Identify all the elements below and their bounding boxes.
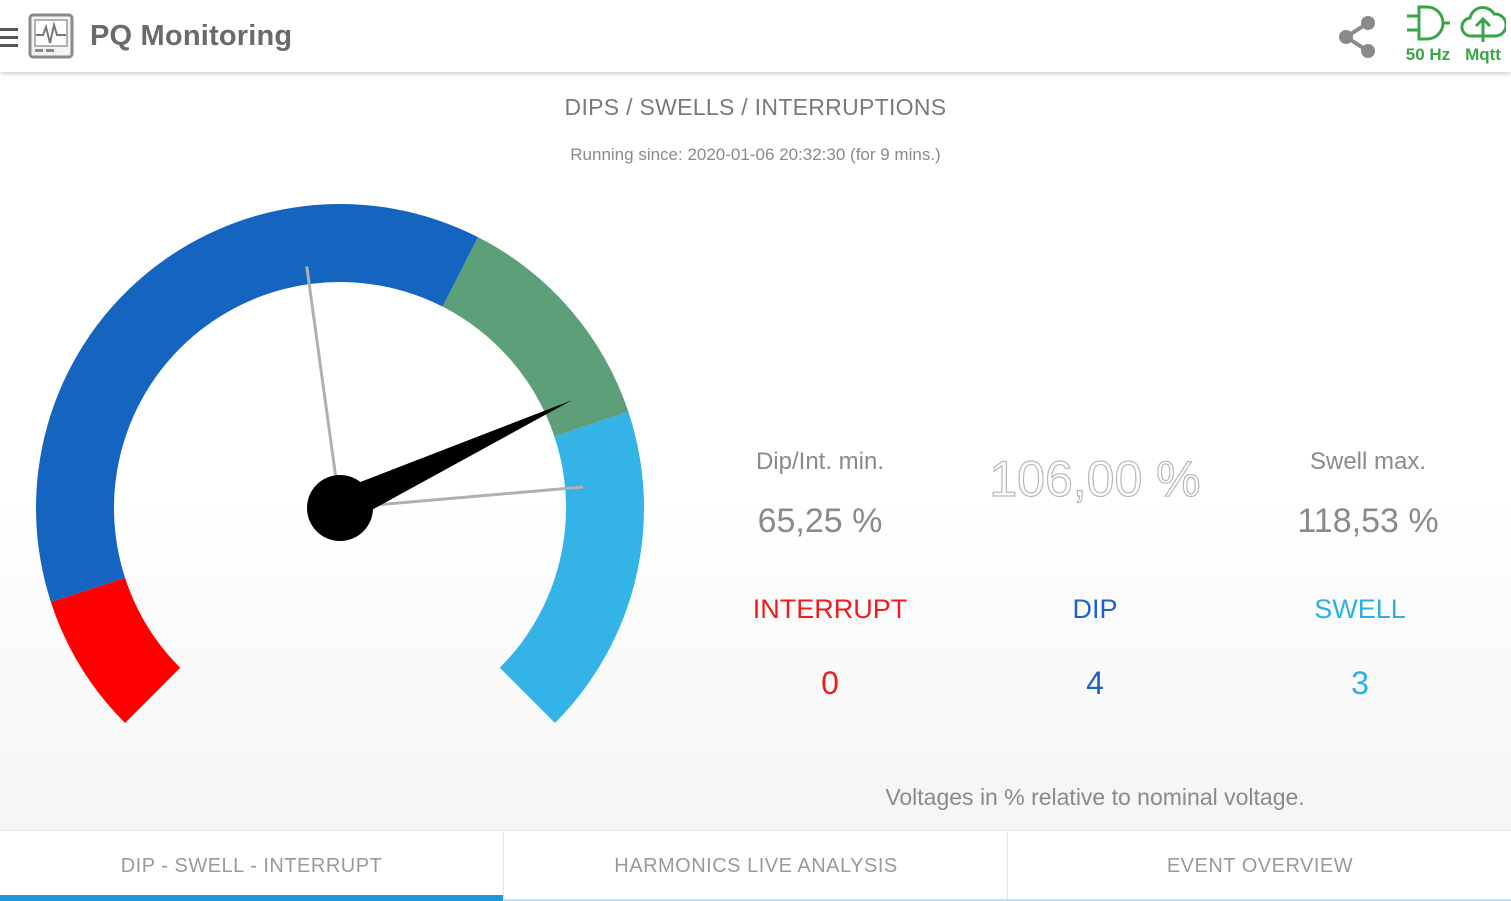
dip-min-stat: Dip/Int. min. 65,25 %	[720, 448, 920, 541]
dip-label: DIP	[1072, 594, 1118, 624]
swell-max-value: 118,53 %	[1297, 502, 1439, 540]
dip-min-label: Dip/Int. min.	[755, 448, 885, 475]
mqtt-status[interactable]: Mqtt	[1458, 2, 1508, 65]
current-voltage-value: 106,00 %	[989, 450, 1201, 507]
gauge-min-marker	[305, 266, 342, 509]
tab-harmonics-live-analysis[interactable]: HARMONICS LIVE ANALYSIS	[503, 831, 1008, 901]
menu-icon[interactable]	[0, 26, 20, 50]
gauge-band-normal	[442, 237, 629, 437]
gauge-band-dip	[35, 203, 479, 602]
swell-max-stat: Swell max. 118,53 %	[1268, 448, 1468, 541]
cloud-upload-icon	[1460, 6, 1506, 42]
tab-event-overview[interactable]: EVENT OVERVIEW	[1007, 831, 1511, 901]
gauge-band-interrupt	[50, 577, 181, 723]
section-title: DIPS / SWELLS / INTERRUPTIONS	[564, 94, 947, 120]
swell-counter: SWELL 3	[1250, 594, 1470, 702]
running-since: Running since: 2020-01-06 20:32:30 (for …	[570, 145, 941, 164]
swell-max-label: Swell max.	[1309, 448, 1427, 475]
tab-dip-swell-interrupt[interactable]: DIP - SWELL - INTERRUPT	[0, 831, 503, 901]
gauge-hub	[307, 475, 373, 541]
active-tab-indicator	[0, 895, 503, 901]
swell-count: 3	[1351, 665, 1369, 701]
logic-gate-icon	[1407, 5, 1450, 41]
app-bar: PQ Monitoring 50 Hz Mqtt	[0, 0, 1511, 72]
voltage-gauge	[35, 203, 644, 723]
tab-bar: DIP - SWELL - INTERRUPT HARMONICS LIVE A…	[0, 830, 1511, 901]
share-icon[interactable]	[1334, 14, 1380, 60]
interrupt-label: INTERRUPT	[752, 594, 908, 624]
voltage-footnote: Voltages in % relative to nominal voltag…	[885, 784, 1305, 810]
waveform-monitor-icon	[28, 13, 74, 59]
gauge-band-swell	[499, 411, 644, 723]
swell-label: SWELL	[1314, 594, 1406, 624]
interrupt-count: 0	[821, 665, 839, 701]
dip-min-value: 65,25 %	[757, 502, 883, 540]
frequency-status[interactable]: 50 Hz	[1400, 2, 1456, 65]
dip-count: 4	[1086, 665, 1104, 701]
mqtt-label: Mqtt	[1465, 45, 1501, 64]
app-title: PQ Monitoring	[90, 20, 293, 52]
interrupt-counter: INTERRUPT 0	[720, 594, 940, 702]
dip-counter: DIP 4	[985, 594, 1205, 702]
frequency-label: 50 Hz	[1405, 45, 1451, 64]
